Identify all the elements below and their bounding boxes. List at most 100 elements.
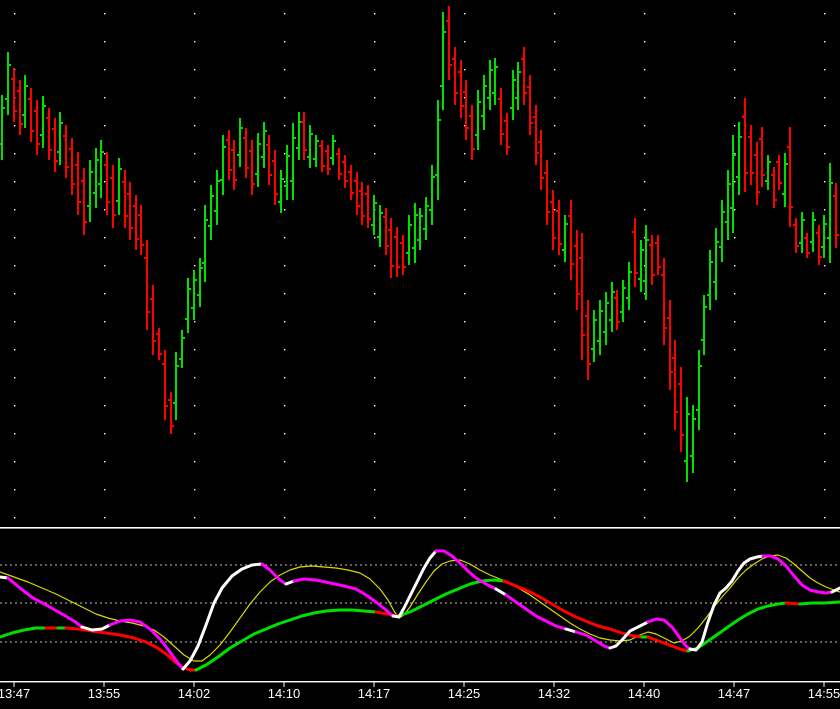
ohlc-bar <box>574 230 580 310</box>
grid-dot <box>284 41 286 43</box>
grid-dot <box>464 489 466 491</box>
grid-dot <box>14 321 16 323</box>
ohlc-bar <box>690 405 696 473</box>
grid-dot <box>14 181 16 183</box>
ohlc-bar <box>93 148 99 208</box>
ohlc-bar <box>330 135 336 165</box>
grid-dot <box>284 489 286 491</box>
ohlc-bar <box>748 125 754 185</box>
grid-dot <box>554 433 556 435</box>
grid-dot <box>284 405 286 407</box>
ohlc-bar <box>342 155 348 188</box>
grid-dot <box>824 97 826 99</box>
grid-dot <box>104 209 106 211</box>
grid-dot <box>284 209 286 211</box>
grid-dot <box>374 349 376 351</box>
grid-dot <box>374 153 376 155</box>
grid-dot <box>734 209 736 211</box>
ohlc-bar <box>487 60 493 110</box>
grid-dot <box>194 517 196 519</box>
ohlc-bar <box>197 258 203 307</box>
grid-dot <box>644 461 646 463</box>
grid-dot <box>464 405 466 407</box>
ohlc-bar <box>833 183 839 248</box>
time-label: 13:47 <box>0 686 30 701</box>
ohlc-bar <box>168 392 174 434</box>
grid-dot <box>824 125 826 127</box>
ohlc-bar <box>678 367 684 452</box>
ohlc-bar <box>162 350 168 420</box>
grid-dot <box>284 517 286 519</box>
ohlc-bar <box>696 350 702 430</box>
grid-dot <box>644 181 646 183</box>
ohlc-bar <box>28 88 34 142</box>
grid-dot <box>194 97 196 99</box>
grid-dot <box>104 517 106 519</box>
ohlc-bar <box>550 190 556 250</box>
ohlc-bar <box>226 130 232 180</box>
ohlc-bar <box>585 300 591 380</box>
grid-dot <box>824 321 826 323</box>
grid-dot <box>284 265 286 267</box>
indicator-fast-line-segment <box>761 554 834 595</box>
grid-dot <box>14 433 16 435</box>
grid-dot <box>734 489 736 491</box>
ohlc-bar <box>208 185 214 240</box>
time-label: 14:47 <box>718 686 751 701</box>
grid-dot <box>734 293 736 295</box>
grid-dot <box>284 321 286 323</box>
grid-dot <box>194 41 196 43</box>
grid-dot <box>644 209 646 211</box>
grid-dot <box>104 293 106 295</box>
grid-dot <box>644 97 646 99</box>
grid-dot <box>824 433 826 435</box>
grid-dot <box>464 153 466 155</box>
ohlc-bar <box>568 200 574 280</box>
grid-dot <box>464 69 466 71</box>
ohlc-bar <box>719 200 725 262</box>
grid-dot <box>554 265 556 267</box>
ohlc-bar <box>782 153 788 207</box>
ohlc-bar <box>435 100 441 200</box>
grid-dot <box>554 125 556 127</box>
grid-dot <box>284 237 286 239</box>
ohlc-bar <box>104 152 110 215</box>
ohlc-bar <box>412 203 418 263</box>
ohlc-bar <box>313 135 319 167</box>
ohlc-bar <box>307 125 313 168</box>
grid-dot <box>734 237 736 239</box>
time-label: 14:40 <box>628 686 661 701</box>
ohlc-bar <box>626 262 632 310</box>
ohlc-bar <box>243 128 249 178</box>
ohlc-bar <box>11 68 17 122</box>
grid-dot <box>374 461 376 463</box>
indicator-slow-line-segment <box>798 600 840 606</box>
ohlc-bar <box>423 197 429 240</box>
ohlc-bar <box>816 225 822 265</box>
grid-dot <box>194 461 196 463</box>
grid-dot <box>14 405 16 407</box>
ohlc-bar <box>609 282 615 332</box>
ohlc-bar <box>521 47 527 105</box>
grid-dot <box>14 13 16 15</box>
ohlc-bar <box>17 80 23 135</box>
ohlc-bar <box>116 158 122 215</box>
ohlc-bar <box>498 88 504 145</box>
grid-dot <box>464 349 466 351</box>
grid-dot <box>374 517 376 519</box>
grid-dot <box>284 293 286 295</box>
ohlc-bar <box>336 148 342 180</box>
grid-dot <box>464 433 466 435</box>
chart-canvas[interactable]: 13:47 13:55 14:02 14:10 14:17 14:25 14:32 14:40… <box>0 0 840 709</box>
ohlc-bar <box>515 62 521 110</box>
grid-dot <box>374 405 376 407</box>
grid-dot <box>104 13 106 15</box>
ohlc-bar <box>278 170 284 213</box>
grid-dot <box>554 321 556 323</box>
ohlc-bar <box>255 133 261 187</box>
grid-dot <box>104 377 106 379</box>
grid-dot <box>644 349 646 351</box>
time-label: 14:10 <box>268 686 301 701</box>
grid-dot <box>734 433 736 435</box>
grid-dot <box>14 517 16 519</box>
